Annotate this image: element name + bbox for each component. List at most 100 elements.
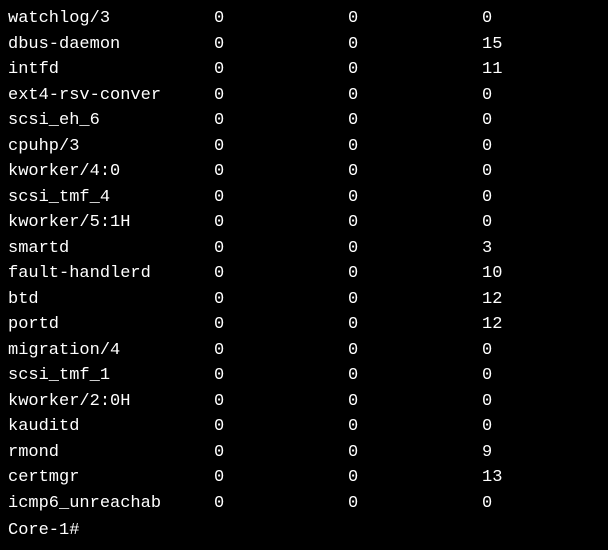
process-name: kworker/4:0 <box>8 159 214 185</box>
col-3: 12 <box>482 312 502 338</box>
col-1: 0 <box>214 261 348 287</box>
process-name: intfd <box>8 57 214 83</box>
col-1: 0 <box>214 363 348 389</box>
col-2: 0 <box>348 210 482 236</box>
col-2: 0 <box>348 134 482 160</box>
col-2: 0 <box>348 287 482 313</box>
table-row: scsi_tmf_4000 <box>8 185 600 211</box>
col-3: 13 <box>482 465 502 491</box>
table-row: scsi_tmf_1000 <box>8 363 600 389</box>
table-row: kworker/5:1H000 <box>8 210 600 236</box>
table-row: rmond009 <box>8 440 600 466</box>
col-3: 10 <box>482 261 502 287</box>
col-3: 0 <box>482 414 492 440</box>
shell-prompt[interactable]: Core-1# <box>8 518 600 544</box>
col-2: 0 <box>348 363 482 389</box>
col-1: 0 <box>214 108 348 134</box>
col-1: 0 <box>214 338 348 364</box>
col-3: 0 <box>482 491 492 517</box>
col-3: 0 <box>482 108 492 134</box>
col-2: 0 <box>348 185 482 211</box>
process-name: migration/4 <box>8 338 214 364</box>
table-row: migration/4000 <box>8 338 600 364</box>
col-3: 0 <box>482 6 492 32</box>
col-1: 0 <box>214 57 348 83</box>
col-2: 0 <box>348 108 482 134</box>
table-row: kauditd000 <box>8 414 600 440</box>
col-1: 0 <box>214 389 348 415</box>
col-1: 0 <box>214 312 348 338</box>
process-name: btd <box>8 287 214 313</box>
process-name: scsi_tmf_4 <box>8 185 214 211</box>
col-2: 0 <box>348 159 482 185</box>
process-name: ext4-rsv-conver <box>8 83 214 109</box>
col-3: 0 <box>482 83 492 109</box>
col-3: 12 <box>482 287 502 313</box>
col-1: 0 <box>214 287 348 313</box>
process-name: watchlog/3 <box>8 6 214 32</box>
table-row: watchlog/3000 <box>8 6 600 32</box>
col-1: 0 <box>214 210 348 236</box>
col-3: 15 <box>482 32 502 58</box>
table-row: intfd0011 <box>8 57 600 83</box>
col-2: 0 <box>348 32 482 58</box>
col-1: 0 <box>214 159 348 185</box>
col-2: 0 <box>348 414 482 440</box>
table-row: dbus-daemon0015 <box>8 32 600 58</box>
process-name: kworker/5:1H <box>8 210 214 236</box>
col-1: 0 <box>214 134 348 160</box>
table-row: kworker/2:0H000 <box>8 389 600 415</box>
col-3: 0 <box>482 210 492 236</box>
col-2: 0 <box>348 389 482 415</box>
col-3: 11 <box>482 57 502 83</box>
col-3: 0 <box>482 338 492 364</box>
process-name: smartd <box>8 236 214 262</box>
process-name: certmgr <box>8 465 214 491</box>
col-1: 0 <box>214 6 348 32</box>
col-3: 0 <box>482 134 492 160</box>
col-3: 0 <box>482 389 492 415</box>
process-name: icmp6_unreachab <box>8 491 214 517</box>
col-3: 0 <box>482 363 492 389</box>
col-2: 0 <box>348 338 482 364</box>
col-2: 0 <box>348 312 482 338</box>
col-3: 0 <box>482 185 492 211</box>
col-1: 0 <box>214 465 348 491</box>
col-1: 0 <box>214 32 348 58</box>
col-2: 0 <box>348 440 482 466</box>
process-name: kworker/2:0H <box>8 389 214 415</box>
col-1: 0 <box>214 236 348 262</box>
table-row: certmgr0013 <box>8 465 600 491</box>
col-3: 0 <box>482 159 492 185</box>
col-3: 9 <box>482 440 492 466</box>
process-name: fault-handlerd <box>8 261 214 287</box>
table-row: ext4-rsv-conver000 <box>8 83 600 109</box>
col-2: 0 <box>348 491 482 517</box>
process-name: dbus-daemon <box>8 32 214 58</box>
col-1: 0 <box>214 185 348 211</box>
col-2: 0 <box>348 465 482 491</box>
process-name: rmond <box>8 440 214 466</box>
col-2: 0 <box>348 6 482 32</box>
col-1: 0 <box>214 491 348 517</box>
col-2: 0 <box>348 83 482 109</box>
col-2: 0 <box>348 261 482 287</box>
table-row: fault-handlerd0010 <box>8 261 600 287</box>
col-1: 0 <box>214 83 348 109</box>
process-name: portd <box>8 312 214 338</box>
process-name: scsi_eh_6 <box>8 108 214 134</box>
table-row: cpuhp/3000 <box>8 134 600 160</box>
table-row: smartd003 <box>8 236 600 262</box>
col-1: 0 <box>214 440 348 466</box>
process-name: cpuhp/3 <box>8 134 214 160</box>
col-2: 0 <box>348 236 482 262</box>
col-2: 0 <box>348 57 482 83</box>
table-row: scsi_eh_6000 <box>8 108 600 134</box>
col-1: 0 <box>214 414 348 440</box>
table-row: portd0012 <box>8 312 600 338</box>
table-row: btd0012 <box>8 287 600 313</box>
process-name: kauditd <box>8 414 214 440</box>
table-row: icmp6_unreachab000 <box>8 491 600 517</box>
process-name: scsi_tmf_1 <box>8 363 214 389</box>
table-row: kworker/4:0000 <box>8 159 600 185</box>
